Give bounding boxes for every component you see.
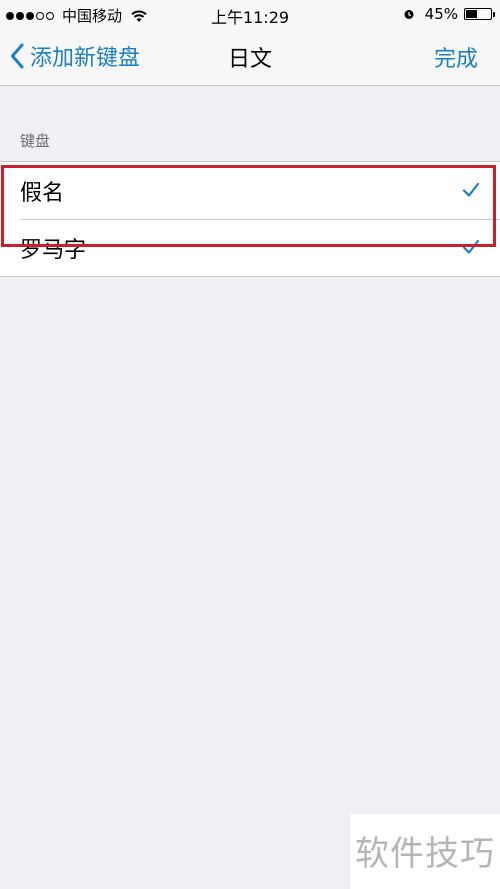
status-right: 45% — [403, 5, 495, 23]
battery-fill — [466, 10, 477, 18]
list-item-label: 假名 — [20, 180, 65, 206]
battery-percent: 45% — [424, 5, 458, 23]
keyboard-list: 假名 罗马字 — [0, 161, 500, 277]
battery-icon — [464, 8, 495, 20]
alarm-clock-icon — [404, 10, 414, 19]
list-item-label: 罗马字 — [20, 237, 87, 263]
list-item-kana[interactable]: 假名 — [0, 162, 500, 219]
navigation-bar: 添加新键盘 日文 完成 — [0, 28, 500, 86]
done-button[interactable]: 完成 — [434, 41, 478, 73]
list-item-romaji[interactable]: 罗马字 — [0, 219, 500, 276]
battery-tip — [493, 12, 495, 17]
checkmark-icon — [462, 239, 480, 254]
section-header: 键盘 — [20, 132, 51, 150]
checkmark-icon — [462, 182, 480, 197]
page-title: 日文 — [227, 47, 272, 72]
watermark-text: 软件技巧 — [355, 834, 495, 874]
status-bar: 中国移动 上午11:29 45% — [0, 0, 500, 28]
